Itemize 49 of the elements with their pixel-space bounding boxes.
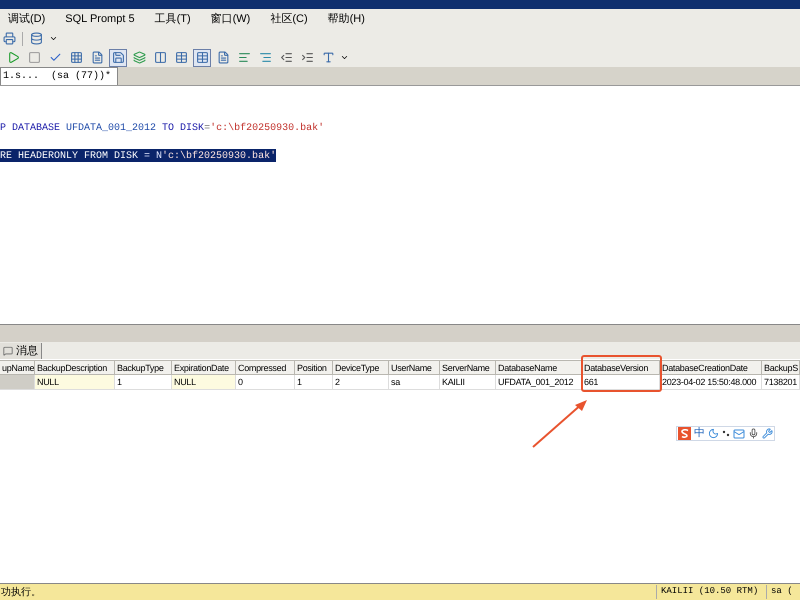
table-cell: NULL [35, 375, 115, 390]
code-line: P DATABASE UFDATA_001_2012 TO DISK='c:\bf20250930.bak' [0, 122, 324, 134]
server-info: KAILII (10.50 RTM) [656, 585, 766, 599]
column-header[interactable]: DeviceType [333, 360, 389, 375]
table-cell: KAILII [440, 375, 496, 390]
status-message: 功执行。 [0, 586, 42, 600]
table-cell: 2 [333, 375, 389, 390]
table-cell: 7138201 [762, 375, 800, 390]
results-grid-icon[interactable] [193, 48, 211, 66]
table-cell: 1 [295, 375, 333, 390]
column-header[interactable]: Compressed [236, 360, 295, 375]
column-header[interactable]: ExpirationDate [172, 360, 236, 375]
message-icon [3, 346, 13, 356]
table-cell: UFDATA_001_2012 [496, 375, 582, 390]
table-cell: 2023-04-02 15:50:48.000 [660, 375, 762, 390]
menu-item[interactable]: 帮助(H) [328, 10, 365, 28]
table-cell: NULL [172, 375, 236, 390]
column-header[interactable]: Position [295, 360, 333, 375]
column-header[interactable]: ServerName [440, 360, 496, 375]
column-header[interactable]: upName [0, 360, 35, 375]
column-header[interactable]: BackupDescription [35, 360, 115, 375]
menu-item[interactable]: 窗口(W) [210, 10, 250, 28]
column-header[interactable]: BackupS [762, 360, 800, 375]
document-tab[interactable]: 1.s... (sa (77))* [0, 67, 118, 85]
column-header[interactable]: DatabaseVersion [582, 360, 660, 375]
column-header[interactable]: DatabaseCreationDate [660, 360, 762, 375]
moon-icon[interactable] [708, 428, 719, 439]
save-icon[interactable] [109, 48, 127, 66]
table-cell: 0 [236, 375, 295, 390]
overflow-icon[interactable] [340, 53, 349, 62]
column-header[interactable]: DatabaseName [496, 360, 582, 375]
menu-item[interactable]: 工具(T) [154, 10, 191, 28]
input-mode[interactable]: 中 [694, 428, 705, 439]
results-tab[interactable]: 消息 [0, 343, 42, 359]
column-header[interactable]: UserName [389, 360, 440, 375]
user-info: sa ( [766, 585, 800, 599]
column-header[interactable]: BackupType [115, 360, 172, 375]
query-editor[interactable]: P DATABASE UFDATA_001_2012 TO DISK='c:\bf20250930.bak' RE HEADERONLY FROM DISK = N'c:\bf20250930.bak' [0, 86, 800, 324]
annotation-arrow [531, 397, 589, 449]
menu-item[interactable]: 调试(D) [8, 10, 46, 28]
sogou-logo-icon[interactable] [678, 427, 691, 440]
menu-item[interactable]: 社区(C) [270, 10, 308, 28]
table-cell: 661 [582, 375, 660, 390]
table-cell: sa [389, 375, 440, 390]
overflow-icon[interactable] [49, 34, 58, 43]
settings-icon[interactable] [762, 428, 773, 439]
row-header [0, 375, 35, 390]
punctuation-icon[interactable] [722, 429, 730, 438]
menu-item[interactable]: SQL Prompt 5 [65, 10, 135, 28]
